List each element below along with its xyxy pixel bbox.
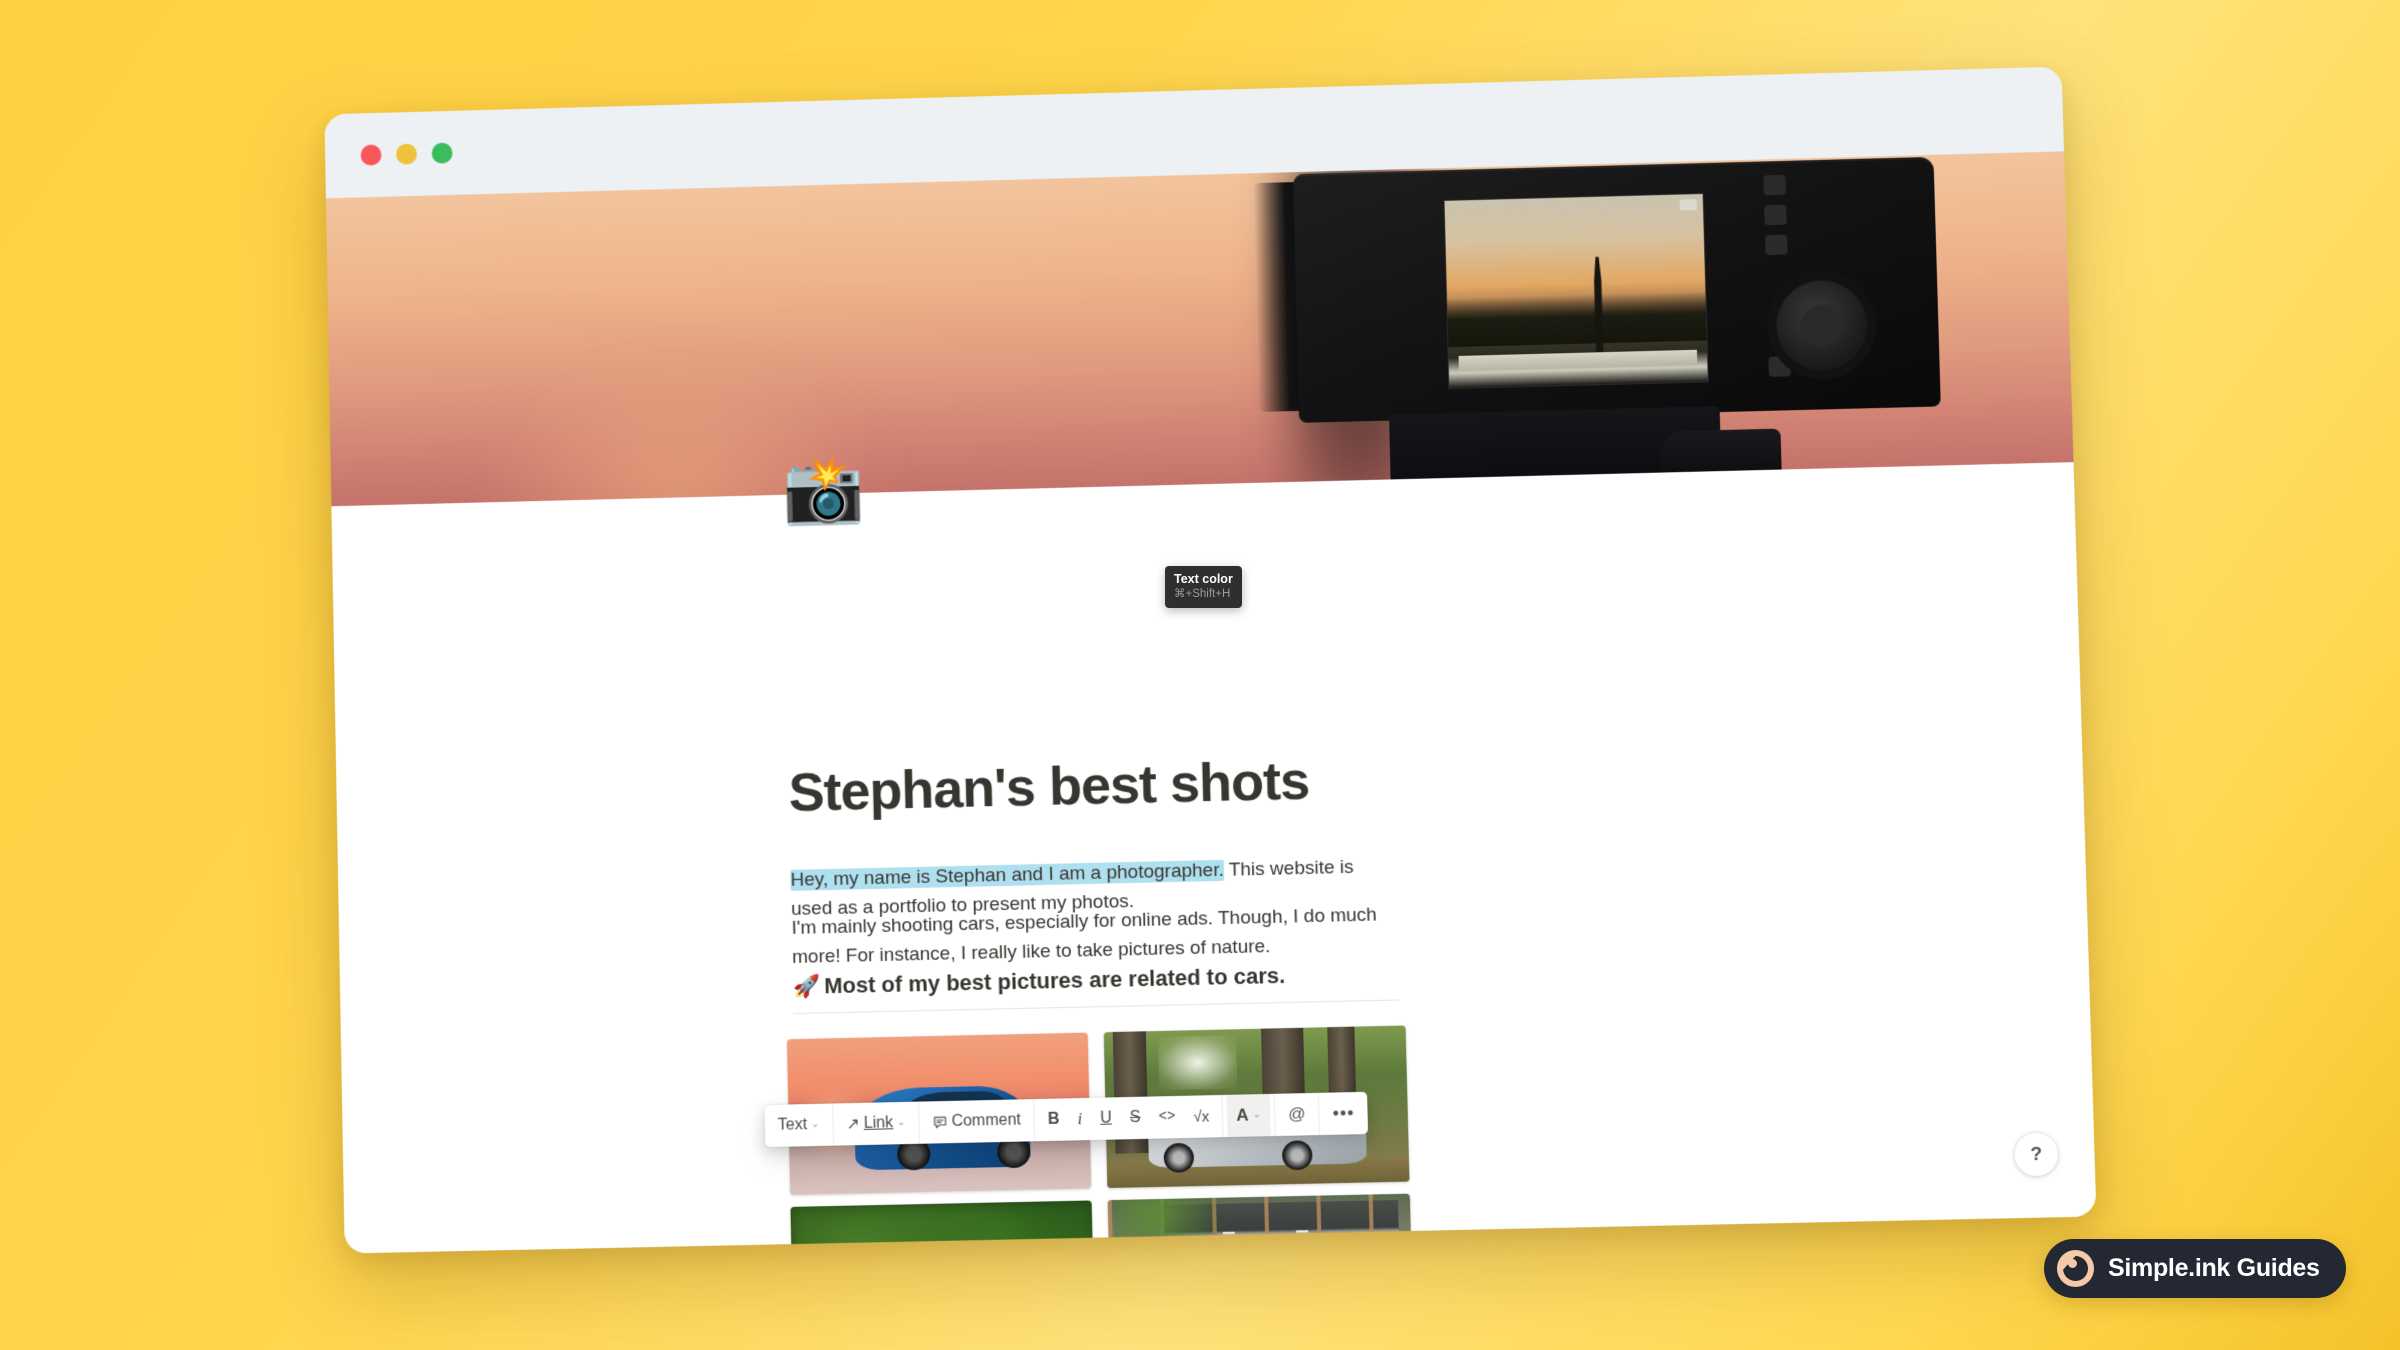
toolbar-bold-button[interactable]: B	[1038, 1098, 1069, 1141]
building-column-left	[1223, 1231, 1237, 1254]
camera-lcd-screen	[1443, 192, 1709, 390]
toolbar-italic-button[interactable]: i	[1068, 1098, 1092, 1141]
chevron-down-icon: ⌄	[810, 1118, 820, 1131]
toolbar-text-type-dropdown[interactable]: Text ⌄	[768, 1104, 829, 1147]
camera-lcd-treeline	[1447, 291, 1707, 347]
text-color-tooltip: Text color ⌘+Shift+H	[1165, 566, 1242, 608]
camera-body	[1293, 156, 1941, 423]
camera-playback-button	[1763, 174, 1786, 196]
chevron-down-icon: ⌄	[896, 1116, 906, 1129]
page-icon-camera-emoji[interactable]: 📸	[782, 451, 865, 527]
minimize-window-button[interactable]	[396, 143, 418, 165]
text-color-a-icon: A	[1236, 1105, 1249, 1125]
camera-menu-button	[1764, 204, 1787, 226]
tooltip-title: Text color	[1174, 572, 1233, 586]
building-column-right	[1295, 1230, 1310, 1254]
hanging-leaves	[1113, 1197, 1218, 1254]
toolbar-group-mention: @	[1274, 1092, 1321, 1137]
forest-sky-gap	[1158, 1035, 1238, 1091]
toolbar-group-comment: Comment	[919, 1099, 1036, 1144]
toolbar-inline-code-button[interactable]: <>	[1149, 1096, 1185, 1139]
camera-lcd-water	[1458, 349, 1698, 371]
toolbar-group-blocktype: Text ⌄	[764, 1103, 834, 1148]
toolbar-more-options-button[interactable]: •••	[1323, 1092, 1364, 1135]
toolbar-link-label: Link	[863, 1114, 894, 1132]
toolbar-comment-label: Comment	[951, 1111, 1022, 1131]
tooltip-shortcut: ⌘+Shift+H	[1174, 588, 1231, 600]
toolbar-link-button[interactable]: ↗ Link ⌄	[837, 1102, 915, 1146]
gallery-image-blue-car-motion[interactable]	[790, 1200, 1096, 1254]
toolbar-text-type-label: Text	[777, 1116, 808, 1134]
toolbar-group-link: ↗ Link ⌄	[832, 1101, 920, 1146]
help-button[interactable]: ?	[2013, 1132, 2059, 1177]
simpleink-badge-label: Simple.ink Guides	[2108, 1254, 2320, 1282]
toolbar-strikethrough-button[interactable]: S	[1120, 1097, 1150, 1140]
hero-camera-graphic	[1253, 151, 2004, 495]
simpleink-logo-icon	[2057, 1250, 2094, 1287]
camera-info-button	[1764, 234, 1788, 256]
external-link-arrow-icon: ↗	[846, 1115, 860, 1134]
toolbar-text-color-button[interactable]: A ⌄	[1226, 1093, 1271, 1138]
gallery-image-car-building[interactable]	[1107, 1193, 1414, 1254]
comment-bubble-icon	[932, 1115, 947, 1130]
toolbar-underline-button[interactable]: U	[1091, 1097, 1122, 1140]
silver-car-rear-wheel	[1281, 1139, 1313, 1171]
rocket-icon: 🚀	[792, 973, 821, 1000]
browser-window: 📸 Stephan's best shots Hey, my name is S…	[324, 66, 2097, 1254]
window-controls	[360, 142, 453, 166]
maximize-window-button[interactable]	[431, 142, 453, 164]
toolbar-group-color: A ⌄	[1222, 1093, 1276, 1138]
simpleink-guides-badge[interactable]: Simple.ink Guides	[2044, 1239, 2346, 1298]
toolbar-comment-button[interactable]: Comment	[923, 1099, 1030, 1144]
page-cover-image	[325, 151, 2074, 507]
toolbar-equation-button[interactable]: √x	[1184, 1095, 1219, 1138]
motion-blur-foliage	[790, 1200, 1096, 1254]
close-window-button[interactable]	[360, 144, 382, 166]
selected-text-range[interactable]: Hey, my name is Stephan and I am a photo…	[790, 859, 1225, 891]
chevron-down-icon: ⌄	[1252, 1109, 1262, 1121]
toolbar-group-inline-format: B i U S <> √x	[1034, 1094, 1224, 1142]
camera-lcd-indicator	[1679, 199, 1698, 211]
toolbar-group-more: •••	[1319, 1092, 1368, 1135]
page-title[interactable]: Stephan's best shots	[788, 750, 1310, 824]
toolbar-mention-button[interactable]: @	[1279, 1093, 1315, 1136]
